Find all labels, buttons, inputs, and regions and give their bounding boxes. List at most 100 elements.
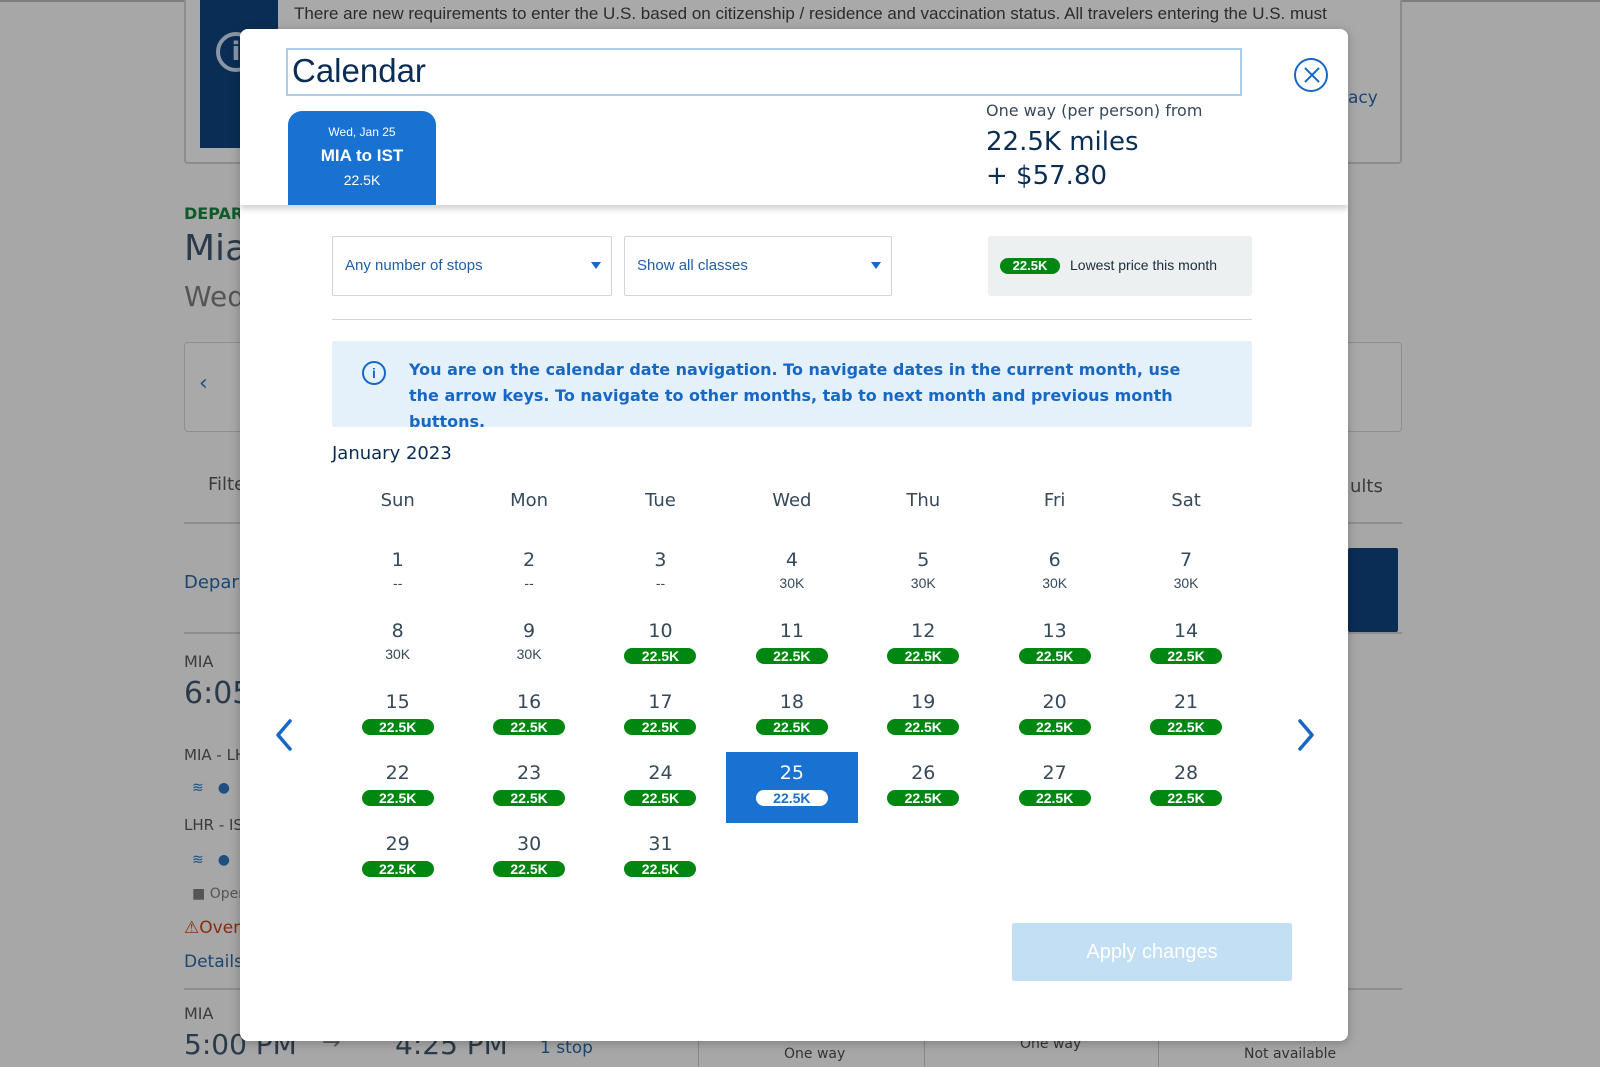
day-price: 30K [385, 646, 411, 662]
day-number: 6 [1048, 549, 1061, 571]
info-banner: i You are on the calendar date navigatio… [332, 341, 1252, 431]
day-number: 4 [785, 549, 798, 571]
trip-date: Wed, Jan 25 [328, 125, 396, 139]
caret-down-icon [591, 262, 601, 269]
day-number: 18 [779, 691, 804, 713]
apply-changes-button[interactable]: Apply changes [1012, 923, 1292, 981]
day-price: 30K [910, 575, 936, 591]
info-message: You are on the calendar date navigation.… [409, 360, 1181, 431]
day-number: 25 [779, 762, 804, 784]
calendar-day[interactable]: 28 22.5K [1120, 752, 1251, 823]
calendar-days: 1 -- 2 -- 3 -- 4 30K 5 30K 6 30K 7 30K 8 30K 9 30K 10 22.5K… [332, 539, 1252, 894]
calendar-day[interactable]: 3 -- [595, 539, 726, 610]
flight-origin: MIA [184, 652, 214, 671]
warning-icon: ⚠ [184, 918, 200, 938]
calendar-day[interactable]: 31 22.5K [595, 823, 726, 894]
calendar-day[interactable]: 11 22.5K [726, 610, 857, 681]
weekday-label: Sun [380, 490, 415, 511]
calendar-day[interactable]: 10 22.5K [595, 610, 726, 681]
day-number: 12 [911, 620, 936, 642]
trip-tab[interactable]: Wed, Jan 25 MIA to IST 22.5K [288, 111, 436, 205]
chevron-left-icon [276, 719, 292, 751]
stops-select[interactable]: Any number of stops [332, 236, 612, 296]
calendar-day[interactable]: 5 30K [858, 539, 989, 610]
calendar-day[interactable]: 1 -- [332, 539, 463, 610]
day-number: 20 [1042, 691, 1067, 713]
calendar-day[interactable]: 26 22.5K [858, 752, 989, 823]
calendar-day[interactable]: 2 -- [463, 539, 594, 610]
depart-link: Depar [184, 572, 239, 593]
warning-label: ⚠Over [184, 918, 241, 938]
day-number: 26 [911, 762, 936, 784]
calendar-day[interactable]: 16 22.5K [463, 681, 594, 752]
legend-price-badge: 22.5K [1000, 258, 1060, 274]
calendar-day[interactable]: 14 22.5K [1120, 610, 1251, 681]
calendar-day[interactable]: 21 22.5K [1120, 681, 1251, 752]
day-lowest-price-badge: 22.5K [1150, 648, 1223, 664]
previous-month-button[interactable] [270, 715, 300, 755]
day-lowest-price-badge: 22.5K [624, 648, 697, 664]
day-number: 10 [648, 620, 673, 642]
operated-by: ■ Oper [192, 886, 244, 902]
column-divider [1158, 1040, 1159, 1067]
trip-route: MIA to IST [320, 146, 404, 165]
calendar-day[interactable]: 27 22.5K [989, 752, 1120, 823]
calendar-day[interactable]: 22 22.5K [332, 752, 463, 823]
day-lowest-price-badge: 22.5K [887, 719, 960, 735]
day-number: 3 [654, 549, 667, 571]
day-number: 23 [516, 762, 542, 784]
day-number: 14 [1173, 620, 1199, 642]
day-number: 24 [648, 762, 673, 784]
close-icon[interactable] [1294, 58, 1328, 92]
sort-panel [1348, 548, 1398, 632]
caret-down-icon [871, 262, 881, 269]
day-number: 16 [516, 691, 542, 713]
calendar-day[interactable]: 20 22.5K [989, 681, 1120, 752]
notice-link: acy [1348, 88, 1378, 108]
calendar-day[interactable]: 8 30K [332, 610, 463, 681]
calendar-day[interactable]: 19 22.5K [858, 681, 989, 752]
flight-origin: MIA [184, 1004, 214, 1023]
calendar-day[interactable]: 17 22.5K [595, 681, 726, 752]
city-heading: Mia [184, 228, 248, 269]
dialog-title: Calendar [292, 52, 426, 89]
class-select-value: Show all classes [637, 257, 748, 274]
day-lowest-price-badge: 22.5K [493, 790, 566, 806]
day-lowest-price-badge: 22.5K [1018, 648, 1091, 664]
day-price: -- [393, 575, 403, 591]
day-number: 9 [523, 620, 536, 642]
day-number: 7 [1179, 549, 1193, 571]
calendar-day[interactable]: 12 22.5K [858, 610, 989, 681]
day-lowest-price-badge: 22.5K [755, 719, 828, 735]
weekday-label: Wed [772, 490, 812, 511]
chevron-right-icon [1298, 719, 1314, 751]
day-lowest-price-badge: 22.5K [624, 719, 697, 735]
details-link: Details [184, 952, 243, 972]
fare-column-label: One way [784, 1046, 846, 1062]
calendar-grid: Sun Mon Tue Wed Thu Fri Sat 1 -- 2 -- 3 -- 4 30K 5 30K 6… [332, 479, 1252, 894]
calendar-day[interactable]: 30 22.5K [463, 823, 594, 894]
day-number: 31 [648, 833, 673, 855]
next-month-button[interactable] [1290, 715, 1320, 755]
calendar-day[interactable]: 24 22.5K [595, 752, 726, 823]
calendar-day[interactable]: 18 22.5K [726, 681, 857, 752]
calendar-day[interactable]: 29 22.5K [332, 823, 463, 894]
calendar-dialog: Calendar Wed, Jan 25 MIA to IST 22.5K On… [240, 29, 1348, 1041]
dialog-header: Calendar Wed, Jan 25 MIA to IST 22.5K On… [240, 29, 1348, 205]
calendar-day[interactable]: 4 30K [726, 539, 857, 610]
calendar-day[interactable]: 23 22.5K [463, 752, 594, 823]
calendar-day[interactable]: 6 30K [989, 539, 1120, 610]
day-number: 28 [1173, 762, 1199, 784]
divider [332, 319, 1252, 320]
calendar-day[interactable]: 15 22.5K [332, 681, 463, 752]
calendar-day[interactable]: 13 22.5K [989, 610, 1120, 681]
class-select[interactable]: Show all classes [624, 236, 892, 296]
calendar-day[interactable]: 9 30K [463, 610, 594, 681]
day-number: 30 [516, 833, 542, 855]
calendar-day[interactable]: 7 30K [1120, 539, 1251, 610]
fare-column-label: Not available [1244, 1046, 1337, 1062]
day-lowest-price-badge: 22.5K [887, 648, 960, 664]
day-number: 2 [523, 549, 536, 571]
calendar-day[interactable]: 25 22.5K [726, 752, 858, 823]
trip-price: 22.5K [343, 172, 381, 188]
